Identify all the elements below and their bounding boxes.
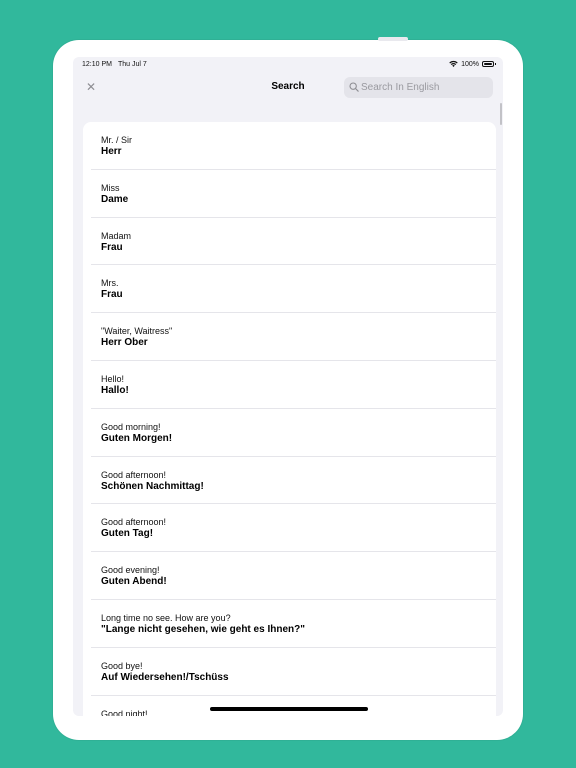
phrase-row[interactable]: Madam Frau xyxy=(83,218,496,266)
phrase-german: Auf Wiedersehen!/Tschüss xyxy=(101,671,229,683)
phrase-row[interactable]: Miss Dame xyxy=(83,170,496,218)
phrase-english: Hello! xyxy=(101,373,125,384)
phrase-row[interactable]: Mrs. Frau xyxy=(83,265,496,314)
phrase-english: Good afternoon! xyxy=(101,469,167,480)
phrase-german: Herr Ober xyxy=(101,337,148,349)
phrase-row[interactable]: Good afternoon! Guten Tag! xyxy=(83,504,496,553)
phrase-english: "Waiter, Waitress" xyxy=(101,326,173,337)
battery-icon xyxy=(482,61,496,67)
phrase-row[interactable]: Good morning! Guten Morgen! xyxy=(83,409,496,457)
home-indicator[interactable] xyxy=(210,707,368,711)
phrase-german: Schönen Nachmittag! xyxy=(101,480,204,492)
phrase-row[interactable]: Good afternoon! Schönen Nachmittag! xyxy=(83,457,496,505)
navigation-bar: ✕ Search xyxy=(73,75,503,103)
scroll-indicator[interactable] xyxy=(500,103,502,125)
phrase-german: Guten Morgen! xyxy=(101,432,173,444)
phrase-row[interactable]: Good evening! Guten Abend! xyxy=(83,552,496,600)
app-screen: 12:10 PM Thu Jul 7 100% ✕ Search Search … xyxy=(73,57,503,716)
phrase-row[interactable]: Mr. / Sir Herr xyxy=(83,122,496,170)
phrase-english: Miss xyxy=(101,182,120,193)
phrase-german: Frau xyxy=(101,241,123,253)
status-bar: 12:10 PM Thu Jul 7 100% xyxy=(73,57,503,75)
phrase-english: Good night! xyxy=(101,708,148,716)
phrase-list: Mr. / Sir Herr Miss Dame Madam Frau Mrs. Frau "W… xyxy=(83,122,496,716)
phrase-row[interactable]: Long time no see. How are you? "Lange nic… xyxy=(83,600,496,648)
tablet-top-button xyxy=(378,37,408,41)
status-indicators: 100% xyxy=(449,60,496,68)
phrase-row[interactable]: Good bye! Auf Wiedersehen!/Tschüss xyxy=(83,648,496,696)
phrase-german: Guten Abend! xyxy=(101,576,167,588)
search-input[interactable] xyxy=(361,79,489,96)
phrase-english: Good bye! xyxy=(101,660,143,671)
status-time: 12:10 PM xyxy=(82,61,112,68)
phrase-german: Dame xyxy=(101,193,129,205)
phrase-german: Herr xyxy=(101,146,122,157)
phrase-english: Good evening! xyxy=(101,565,160,576)
battery-percent: 100% xyxy=(461,60,479,68)
search-icon xyxy=(349,82,359,92)
phrase-german: Frau xyxy=(101,289,123,301)
phrase-english: Mr. / Sir xyxy=(101,135,132,145)
phrase-english: Long time no see. How are you? xyxy=(101,612,231,623)
wifi-icon xyxy=(449,60,458,67)
search-bar[interactable] xyxy=(344,77,493,98)
phrase-german: "Lange nicht gesehen, wie geht es Ihnen?… xyxy=(101,623,305,635)
phrase-english: Good morning! xyxy=(101,421,161,432)
phrase-row[interactable]: Hello! Hallo! xyxy=(83,361,496,409)
phrase-row[interactable]: "Waiter, Waitress" Herr Ober xyxy=(83,313,496,361)
phrase-german: Hallo! xyxy=(101,384,129,396)
phrase-english: Good afternoon! xyxy=(101,517,167,528)
phrase-english: Madam xyxy=(101,230,132,241)
status-date: Thu Jul 7 xyxy=(118,61,147,68)
phrase-row[interactable]: Good night! xyxy=(83,696,496,716)
phrase-german: Guten Tag! xyxy=(101,528,154,540)
phrase-english: Mrs. xyxy=(101,278,119,289)
